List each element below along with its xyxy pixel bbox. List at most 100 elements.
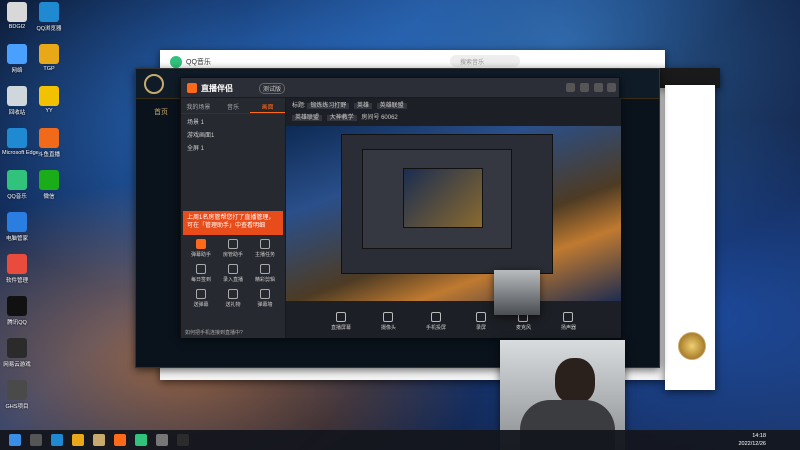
desktop-icon[interactable]: QQ音乐 xyxy=(2,170,32,200)
taskbar: 14:18 2022/12/26 xyxy=(0,430,800,450)
desktop-icon[interactable]: QQ浏览器 xyxy=(34,2,64,32)
lol-taskbar-icon[interactable] xyxy=(93,434,105,446)
desktop-icon[interactable]: 网易云游戏 xyxy=(2,338,32,368)
edge-taskbar-icon[interactable] xyxy=(51,434,63,446)
scene-item[interactable]: 全屏 1 xyxy=(181,140,285,153)
preview-area: 标题: 锻炼练习打野 英雄 英雄联盟 英雄联盟 大神教学 房间号 60062 直… xyxy=(286,98,621,338)
tool-button[interactable]: 送礼物 xyxy=(217,288,249,308)
lol-logo-icon xyxy=(144,74,164,94)
desktop-icon-label: 网络 xyxy=(11,68,23,74)
tool-button[interactable]: 弹幕墙 xyxy=(249,288,281,308)
scene-item[interactable]: 游戏画面1 xyxy=(181,127,285,140)
desktop-icon-label: 回收站 xyxy=(8,110,26,116)
tool-icon xyxy=(260,238,270,249)
source-control-icon xyxy=(383,312,394,322)
tool-button[interactable]: 房管助手 xyxy=(217,238,249,258)
desktop-app-icon xyxy=(7,380,27,400)
desktop-icon[interactable]: 腾讯QQ xyxy=(2,296,32,326)
scene-item[interactable]: 场景 1 xyxy=(181,114,285,127)
app-name: 直播伴侣 xyxy=(201,84,233,93)
tool-button[interactable]: 送弹幕 xyxy=(185,288,217,308)
title-value[interactable]: 锻炼练习打野 xyxy=(307,103,350,109)
desktop-icon-label: 网易云游戏 xyxy=(3,362,31,368)
tool-button[interactable]: 每日签到 xyxy=(185,263,217,283)
start-button-icon[interactable] xyxy=(9,434,21,446)
desktop-app-icon xyxy=(7,254,27,274)
app-taskbar-icon[interactable] xyxy=(177,434,189,446)
source-control-icon xyxy=(430,312,441,322)
stream-preview[interactable] xyxy=(286,126,621,301)
desktop-icon[interactable]: 微信 xyxy=(34,170,64,200)
desktop-icon[interactable]: Microsoft Edge xyxy=(2,128,39,156)
desktop-icon-label: 软件管理 xyxy=(5,278,28,284)
tool-button[interactable]: 弹幕助手 xyxy=(185,238,217,258)
nested-preview-window-2 xyxy=(362,149,512,249)
title-label: 标题: xyxy=(292,103,306,109)
desktop-icon-label: TGP xyxy=(43,66,55,72)
desktop-icon-label: QQ浏览器 xyxy=(36,26,62,32)
tool-grid: 弹幕助手 房管助手 主播任务每日签到 录入直播 精彩剪辑送弹幕 送礼物 弹幕墙 xyxy=(181,235,285,312)
search-icon[interactable] xyxy=(30,434,42,446)
qq-music-taskbar-icon[interactable] xyxy=(135,434,147,446)
tool-label: 送弹幕 xyxy=(193,301,209,308)
app-logo-icon xyxy=(187,83,197,93)
category[interactable]: 英雄联盟 xyxy=(292,115,323,121)
settings-icon[interactable] xyxy=(566,83,575,92)
qq-music-logo-icon xyxy=(170,56,182,68)
desktop-icon[interactable]: BDGI2 xyxy=(2,2,32,30)
tab-music[interactable]: 音乐 xyxy=(216,98,251,113)
tool-label: 主播任务 xyxy=(254,251,275,258)
desktop-app-icon xyxy=(7,212,27,232)
tab-screen[interactable]: 画面 xyxy=(250,98,286,113)
app-taskbar-icon[interactable] xyxy=(156,434,168,446)
source-control-icon xyxy=(563,312,574,322)
desktop-icon[interactable]: 电脑管家 xyxy=(2,212,32,242)
tool-icon xyxy=(228,288,238,299)
desktop-icon[interactable]: GHS项目 xyxy=(2,380,32,410)
tag-2[interactable]: 英雄联盟 xyxy=(376,103,407,109)
live-companion-taskbar-icon[interactable] xyxy=(114,434,126,446)
live-companion-window[interactable]: 直播伴侣 测试版 我的场景 音乐 画面 场景 1 游戏画面1 全屏 1 上周1名… xyxy=(180,77,621,338)
maximize-icon[interactable] xyxy=(594,83,603,92)
lol-tab-home[interactable]: 首页 xyxy=(154,107,168,117)
desktop-icon-label: 电脑管家 xyxy=(5,236,28,242)
desktop-icon[interactable]: 网络 xyxy=(2,44,32,74)
scene-panel: 我的场景 音乐 画面 场景 1 游戏画面1 全屏 1 上周1名房管帮您打了直播管… xyxy=(181,98,286,338)
source-control-button[interactable]: 直播屏幕 xyxy=(331,310,351,338)
tab-my-scenes[interactable]: 我的场景 xyxy=(181,98,216,113)
taskbar-clock[interactable]: 14:18 2022/12/26 xyxy=(738,433,766,448)
desktop-icon[interactable]: TGP xyxy=(34,44,64,72)
source-control-button[interactable]: 录屏 xyxy=(475,310,486,338)
desktop-icon[interactable]: YY xyxy=(34,86,64,114)
rank-emblem-avatar[interactable] xyxy=(678,332,706,360)
desktop-icon[interactable]: 回收站 xyxy=(2,86,32,116)
clock-date: 2022/12/26 xyxy=(738,440,766,447)
tool-label: 录入直播 xyxy=(222,276,243,283)
live-companion-titlebar[interactable]: 直播伴侣 测试版 xyxy=(181,78,619,98)
tag-1[interactable]: 英雄 xyxy=(354,103,373,109)
bottom-tip-link[interactable]: 如何把手机连接到直播中? xyxy=(185,329,243,336)
qq-music-search-input[interactable]: 搜索音乐 xyxy=(450,55,520,67)
desktop-icon[interactable]: 软件管理 xyxy=(2,254,32,284)
source-control-button[interactable]: 手机投屏 xyxy=(426,310,446,338)
room-label: 房间号 xyxy=(361,115,380,121)
desktop-icon-label: GHS项目 xyxy=(5,404,29,410)
tool-button[interactable]: 录入直播 xyxy=(217,263,249,283)
folder-taskbar-icon[interactable] xyxy=(72,434,84,446)
minimize-icon[interactable] xyxy=(580,83,589,92)
desktop-icon[interactable]: 斗鱼直播 xyxy=(34,128,64,158)
tool-icon xyxy=(228,238,238,249)
tool-label: 房管助手 xyxy=(222,251,243,258)
notice-banner[interactable]: 上周1名房管帮您打了直播管理，可在「管理助手」中查看明细 xyxy=(183,211,283,235)
tool-button[interactable]: 精彩剪辑 xyxy=(249,263,281,283)
tool-label: 送礼物 xyxy=(225,301,241,308)
tool-button[interactable]: 主播任务 xyxy=(249,238,281,258)
subcategory[interactable]: 大神教学 xyxy=(326,115,357,121)
desktop-app-icon xyxy=(39,44,59,64)
source-control-button[interactable]: 摄像头 xyxy=(381,310,396,338)
source-control-button[interactable]: 扬声器 xyxy=(561,310,576,338)
close-icon[interactable] xyxy=(607,83,616,92)
desktop-icon-label: BDGI2 xyxy=(8,24,26,30)
desktop-icon-label: Microsoft Edge xyxy=(2,150,39,156)
webcam-small-preview xyxy=(494,270,540,315)
